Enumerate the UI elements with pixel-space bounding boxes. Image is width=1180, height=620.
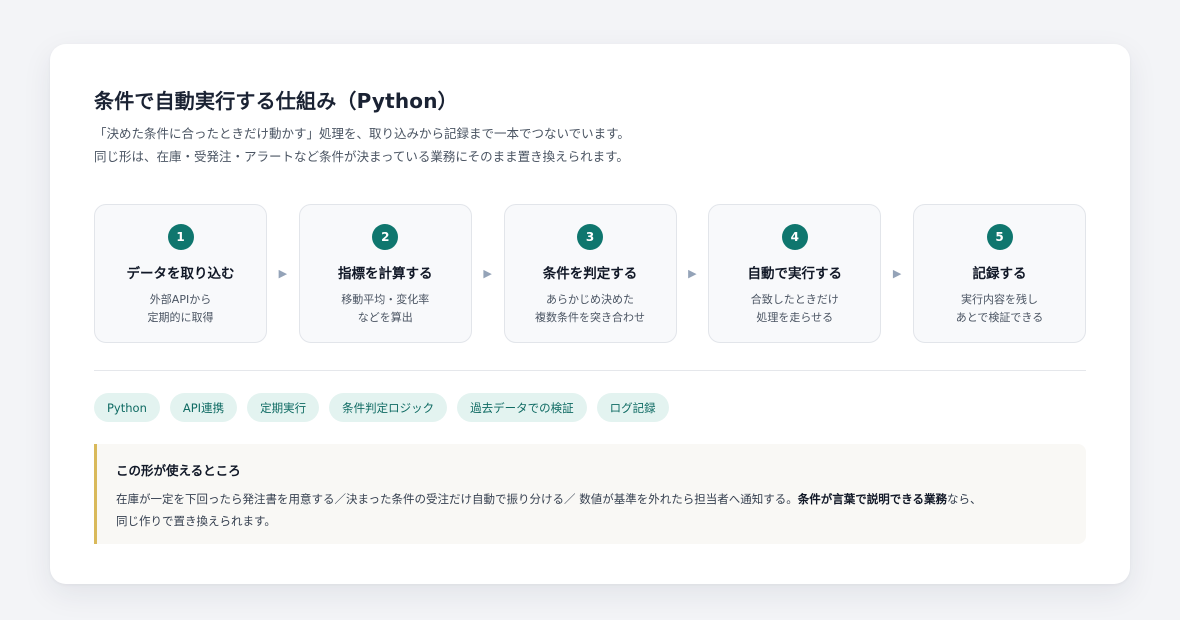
step-title: 自動で実行する	[747, 266, 843, 282]
step-card-1: 1 データを取り込む 外部APIから 定期的に取得	[94, 204, 267, 343]
main-card: 条件で自動実行する仕組み（Python） 「決めた条件に合ったときだけ動かす」処…	[50, 44, 1130, 584]
step-number-badge: 5	[986, 224, 1013, 250]
process-flow: 1 データを取り込む 外部APIから 定期的に取得 ▶ 2 指標を計算する 移動…	[94, 204, 1086, 343]
step-description: 外部APIから 定期的に取得	[147, 293, 214, 324]
step-title: 条件を判定する	[542, 266, 638, 282]
use-case-callout: この形が使えるところ 在庫が一定を下回ったら発注書を用意する／決まった条件の受注…	[94, 444, 1086, 544]
step-number-badge: 3	[577, 224, 603, 250]
step-number-badge: 2	[372, 224, 399, 250]
tag-list: Python API連携 定期実行 条件判定ロジック 過去データでの検証 ログ記…	[94, 393, 1086, 422]
tag-python: Python	[94, 393, 160, 422]
step-number-badge: 4	[781, 224, 808, 250]
arrow-right-icon: ▶	[278, 267, 288, 280]
callout-text-line2: 同じ作りで置き換えられます。	[116, 514, 276, 528]
divider	[94, 370, 1086, 371]
tag-scheduled: 定期実行	[247, 393, 320, 422]
tag-condition-logic: 条件判定ロジック	[329, 393, 448, 422]
step-card-4: 4 自動で実行する 合致したときだけ 処理を走らせる	[708, 204, 882, 343]
tag-api: API連携	[169, 393, 238, 422]
step-card-5: 5 記録する 実行内容を残し あとで検証できる	[913, 204, 1086, 343]
arrow-right-icon: ▶	[483, 267, 492, 280]
callout-body: 在庫が一定を下回ったら発注書を用意する／決まった条件の受注だけ自動で振り分ける／…	[116, 488, 1066, 532]
step-title: データを取り込む	[126, 266, 235, 282]
subtitle-line-1: 「決めた条件に合ったときだけ動かす」処理を、取り込みから記録まで一本でつないでい…	[94, 126, 630, 141]
arrow-right-icon: ▶	[892, 267, 902, 280]
step-title: 指標を計算する	[338, 266, 433, 282]
step-description: あらかじめ決めた 複数条件を突き合わせ	[535, 293, 645, 324]
page-title: 条件で自動実行する仕組み（Python）	[94, 89, 458, 113]
callout-title: この形が使えるところ	[116, 463, 241, 478]
step-card-3: 3 条件を判定する あらかじめ決めた 複数条件を突き合わせ	[503, 204, 677, 343]
step-number-badge: 1	[167, 224, 194, 250]
step-card-2: 2 指標を計算する 移動平均・変化率 などを算出	[298, 204, 472, 343]
tag-backtest: 過去データでの検証	[457, 393, 587, 422]
callout-emphasis: 条件が言葉で説明できる業務	[797, 492, 947, 506]
callout-text: 在庫が一定を下回ったら発注書を用意する／決まった条件の受注だけ自動で振り分ける／…	[116, 492, 798, 506]
arrow-right-icon: ▶	[688, 267, 697, 280]
tag-logging: ログ記録	[596, 393, 669, 422]
page-subtitle: 「決めた条件に合ったときだけ動かす」処理を、取り込みから記録まで一本でつないでい…	[94, 122, 1086, 168]
step-description: 合致したときだけ 処理を走らせる	[750, 293, 839, 324]
step-title: 記録する	[972, 266, 1027, 282]
step-description: 実行内容を残し あとで検証できる	[955, 293, 1044, 324]
step-description: 移動平均・変化率 などを算出	[341, 293, 430, 324]
callout-text-tail: なら、	[946, 492, 982, 506]
subtitle-line-2: 同じ形は、在庫・受発注・アラートなど条件が決まっている業務にそのまま置き換えられ…	[94, 149, 629, 164]
